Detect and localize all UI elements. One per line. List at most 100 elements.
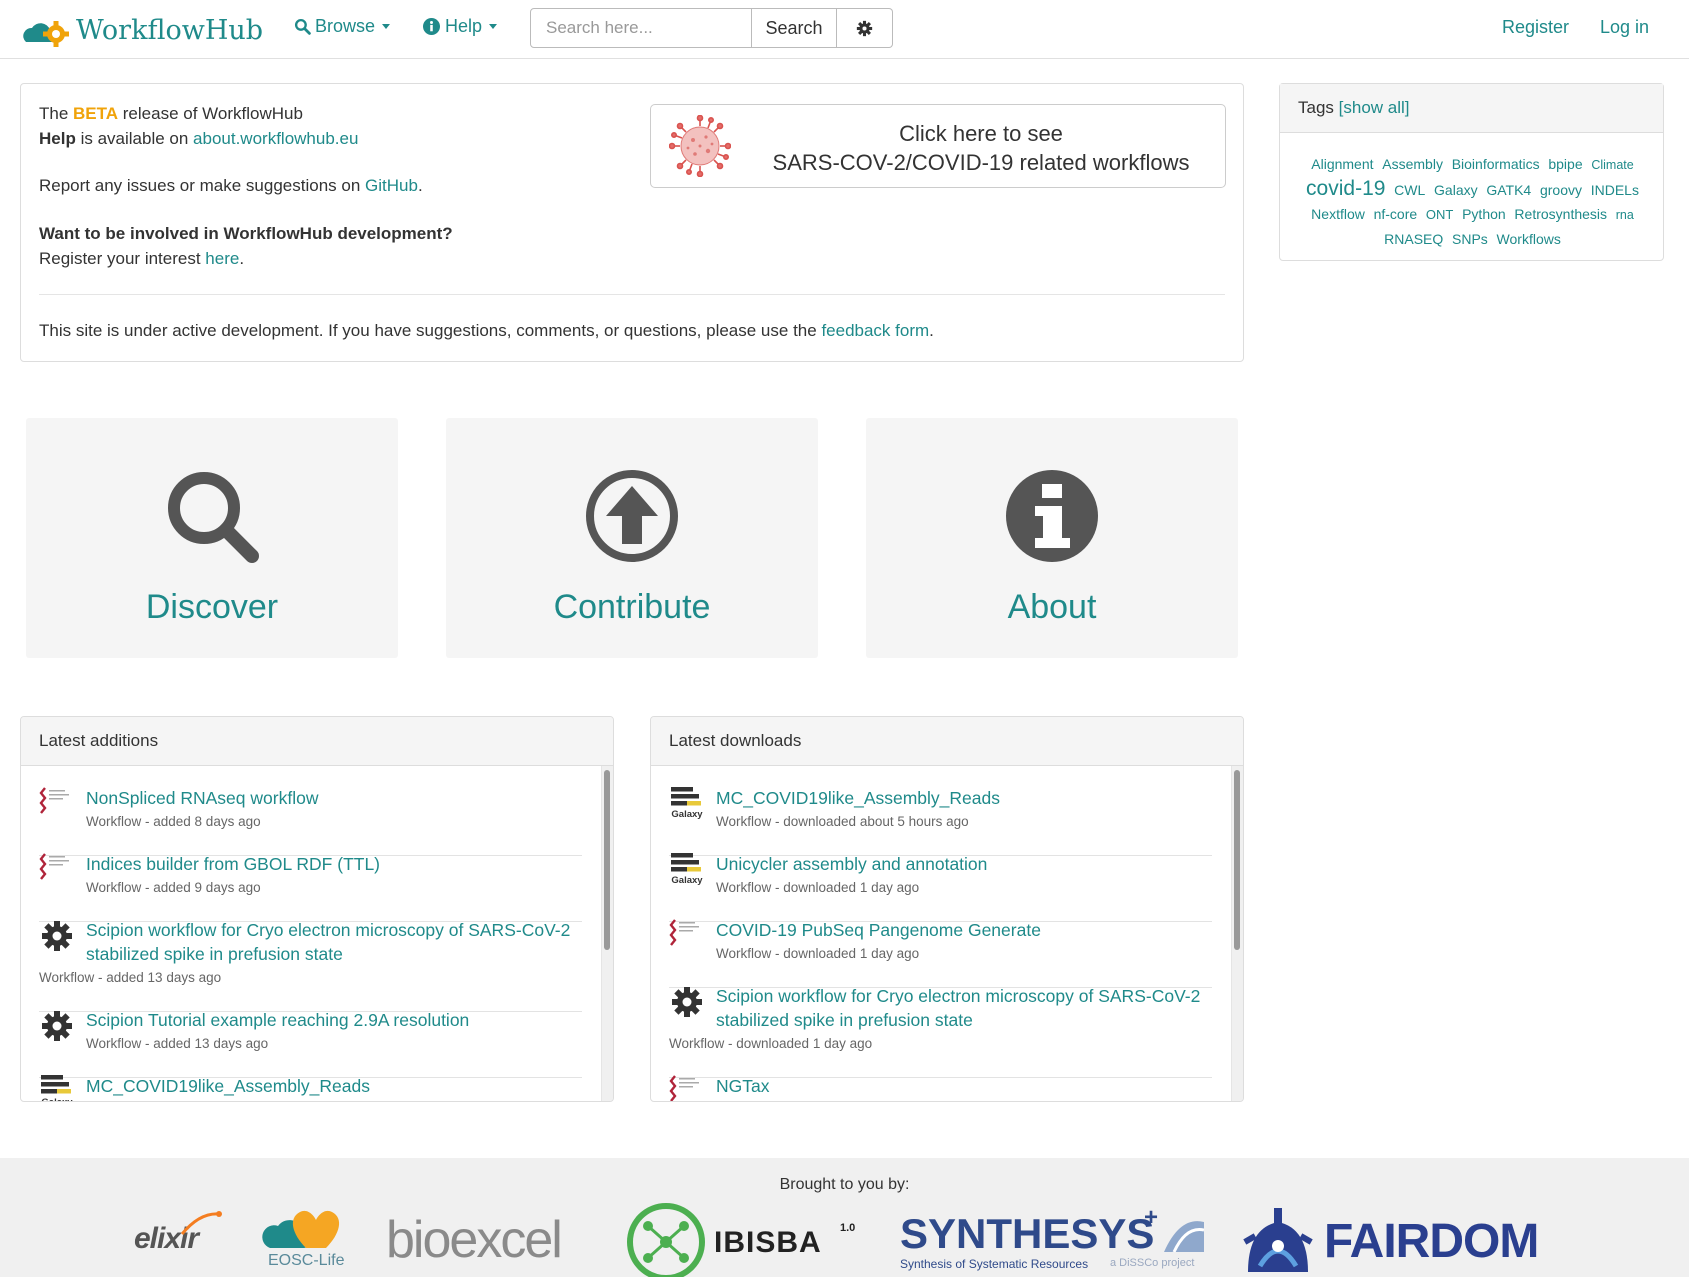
tag-link[interactable]: Alignment: [1311, 156, 1373, 172]
cwl-icon: [669, 1075, 699, 1101]
workflowhub-logo-icon: [23, 21, 69, 47]
tag-link[interactable]: Bioinformatics: [1452, 156, 1540, 172]
latest-downloads-heading: Latest downloads: [651, 717, 1243, 766]
register-link[interactable]: Register: [1502, 17, 1569, 38]
beta-notice: The BETA release of WorkflowHub: [39, 104, 303, 123]
latest-downloads-panel: Latest downloads Galaxy MC_COVID19like_As…: [650, 716, 1244, 1102]
discover-tile[interactable]: Discover: [26, 418, 398, 658]
covid-button-text: Click here to see SARS-COV-2/COVID-19 re…: [772, 121, 1190, 175]
about-tile[interactable]: About: [866, 418, 1238, 658]
tag-link[interactable]: Assembly: [1382, 156, 1443, 172]
eosc-life-logo[interactable]: EOSC-Life: [262, 1204, 352, 1274]
latest-additions-list[interactable]: NonSpliced RNAseq workflow Workflow - add…: [21, 766, 613, 1101]
workflow-title-link[interactable]: Scipion workflow for Cryo electron micro…: [716, 984, 1206, 1032]
fairdom-logo[interactable]: FAIRDOM: [1240, 1206, 1550, 1276]
upload-arrow-icon: [586, 470, 678, 562]
covid-workflows-button[interactable]: Click here to see SARS-COV-2/COVID-19 re…: [650, 104, 1226, 188]
beta-badge: BETA: [73, 104, 119, 123]
workflow-title-link[interactable]: Scipion Tutorial example reaching 2.9A r…: [86, 1008, 576, 1032]
tag-link[interactable]: Nextflow: [1311, 206, 1365, 222]
workflow-meta: Workflow - added 9 days ago: [86, 880, 261, 895]
tag-link[interactable]: nf-core: [1374, 206, 1418, 222]
latest-downloads-list[interactable]: Galaxy MC_COVID19like_Assembly_Reads Workf…: [651, 766, 1243, 1101]
divider: [39, 294, 1225, 295]
eosc-heart-cloud-icon: [262, 1210, 340, 1248]
tag-link[interactable]: INDELs: [1591, 182, 1639, 198]
brand-logo[interactable]: WorkflowHub: [22, 10, 263, 50]
synthesys-logo[interactable]: SYNTHESYS + Synthesis of Systematic Reso…: [900, 1204, 1206, 1272]
search-settings-button[interactable]: [837, 8, 893, 48]
search-input[interactable]: [530, 8, 752, 48]
synthesys-wave-icon: [1164, 1221, 1204, 1252]
contribute-tile[interactable]: Contribute: [446, 418, 818, 658]
brought-to-you-by: Brought to you by:: [779, 1176, 910, 1193]
info-icon: [423, 18, 440, 35]
tag-link[interactable]: Retrosynthesis: [1514, 206, 1607, 222]
galaxy-icon: Galaxy: [671, 853, 703, 886]
tag-link[interactable]: Climate: [1591, 158, 1633, 172]
gear-icon: [856, 20, 873, 36]
tag-link[interactable]: Python: [1462, 206, 1506, 222]
scrollbar-thumb[interactable]: [1234, 770, 1240, 950]
tags-heading: Tags [show all]: [1280, 84, 1663, 133]
tag-link[interactable]: covid-19: [1306, 177, 1385, 200]
tag-link[interactable]: rna: [1616, 208, 1634, 222]
galaxy-icon: Galaxy: [41, 1075, 73, 1101]
report-notice: Report any issues or make suggestions on…: [39, 176, 423, 195]
fairdom-dome-icon: [1243, 1208, 1313, 1272]
tag-link[interactable]: GATK4: [1486, 182, 1531, 198]
tag-cloud: Alignment Assembly Bioinformatics bpipe …: [1294, 152, 1651, 251]
info-panel: The BETA release of WorkflowHub Help is …: [20, 83, 1244, 362]
workflow-meta: Workflow - added 13 days ago: [86, 1036, 269, 1051]
workflow-title-link[interactable]: Indices builder from GBOL RDF (TTL): [86, 852, 576, 876]
github-link[interactable]: GitHub: [365, 176, 418, 195]
tags-panel: Tags [show all] Alignment Assembly Bioin…: [1279, 83, 1664, 261]
help-label: Help: [445, 16, 483, 36]
footer: Brought to you by: elixir EOSC-Life bioe…: [0, 1158, 1689, 1277]
about-link[interactable]: about.workflowhub.eu: [193, 129, 358, 148]
tag-link[interactable]: Galaxy: [1434, 182, 1478, 198]
workflow-title-link[interactable]: MC_COVID19like_Assembly_Reads: [716, 786, 1206, 810]
tag-link[interactable]: SNPs: [1452, 231, 1488, 247]
tag-link[interactable]: Workflows: [1497, 231, 1561, 247]
tag-link[interactable]: ONT: [1426, 207, 1453, 222]
latest-additions-panel: Latest additions NonSpliced RNAseq workf…: [20, 716, 614, 1102]
svg-text:Galaxy: Galaxy: [671, 875, 703, 886]
cwl-icon: [669, 919, 699, 946]
scrollbar[interactable]: [1231, 766, 1243, 1101]
info-icon: [1006, 470, 1098, 562]
tag-link[interactable]: CWL: [1394, 182, 1425, 198]
about-label: About: [1007, 588, 1097, 626]
tag-link[interactable]: bpipe: [1548, 156, 1582, 172]
help-menu[interactable]: Help: [423, 16, 498, 37]
show-all-tags-link[interactable]: [show all]: [1339, 98, 1410, 117]
workflow-title-link[interactable]: MC_COVID19like_Assembly_Reads: [86, 1074, 576, 1098]
workflow-title-link[interactable]: NonSpliced RNAseq workflow: [86, 786, 576, 810]
tag-link[interactable]: RNASEQ: [1384, 231, 1443, 247]
feedback-form-link[interactable]: feedback form: [821, 321, 929, 340]
cwl-icon: [39, 853, 69, 880]
coronavirus-icon: [669, 115, 731, 177]
bioexcel-logo[interactable]: bioexcel: [386, 1206, 592, 1269]
elixir-logo[interactable]: elixir: [130, 1208, 222, 1268]
svg-text:Galaxy: Galaxy: [671, 809, 703, 820]
search-icon: [294, 18, 311, 35]
register-interest-link[interactable]: here: [205, 249, 239, 268]
ibisba-logo[interactable]: IBISBA 1.0: [626, 1202, 862, 1277]
search-button[interactable]: Search: [752, 8, 837, 48]
workflow-title-link[interactable]: COVID-19 PubSeq Pangenome Generate: [716, 918, 1206, 942]
workflow-meta: Workflow - added 13 days ago: [39, 970, 222, 985]
browse-label: Browse: [315, 16, 376, 36]
workflow-meta: Workflow - downloaded about 5 hours ago: [716, 814, 969, 829]
workflow-title-link[interactable]: NGTax: [716, 1074, 1206, 1098]
login-link[interactable]: Log in: [1600, 17, 1649, 38]
scrollbar-thumb[interactable]: [604, 770, 610, 950]
workflow-title-link[interactable]: Scipion workflow for Cryo electron micro…: [86, 918, 576, 966]
browse-menu[interactable]: Browse: [294, 16, 391, 37]
workflow-title-link[interactable]: Unicycler assembly and annotation: [716, 852, 1206, 876]
scrollbar[interactable]: [601, 766, 613, 1101]
elixir-swoosh-icon: [180, 1211, 222, 1235]
workflow-meta: Workflow - downloaded 1 day ago: [669, 1036, 873, 1051]
involved-heading: Want to be involved in WorkflowHub devel…: [39, 224, 453, 243]
tag-link[interactable]: groovy: [1540, 182, 1582, 198]
